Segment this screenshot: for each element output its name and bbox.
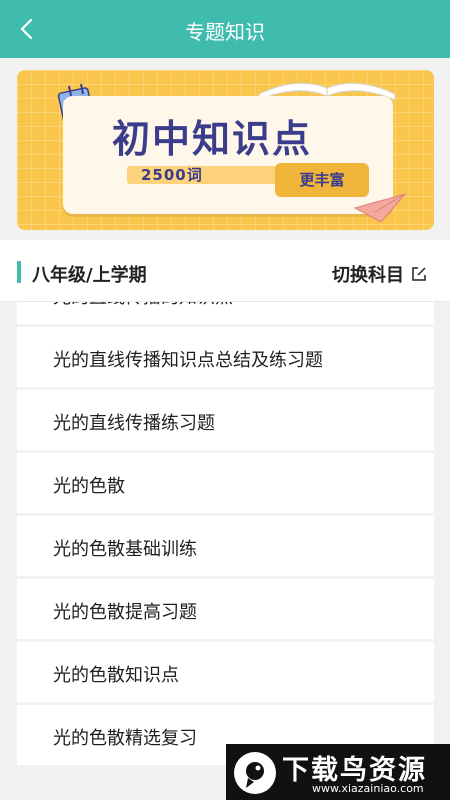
watermark: 下载鸟资源 www.xiazainiao.com	[226, 744, 450, 800]
watermark-url: www.xiazainiao.com	[312, 782, 424, 795]
list-item[interactable]: 光的直线传播的知识点	[17, 302, 434, 324]
paper-plane-icon	[353, 193, 407, 223]
list-item-label: 光的直线传播的知识点	[53, 302, 233, 309]
page-title: 专题知识	[185, 20, 265, 44]
section-header: 八年级/上学期 切换科目	[0, 240, 450, 302]
list-item[interactable]: 光的色散提高习题	[17, 579, 434, 639]
list-item-label: 光的色散精选复习	[53, 728, 197, 749]
list-item[interactable]: 光的色散	[17, 453, 434, 513]
list-item[interactable]: 光的直线传播练习题	[17, 390, 434, 450]
section-accent-bar	[17, 261, 21, 283]
list-item-label: 光的色散知识点	[53, 665, 179, 686]
switch-subject-label: 切换科目	[332, 265, 404, 286]
list-item-label: 光的色散	[53, 476, 125, 497]
grade-term-label: 八年级/上学期	[32, 265, 147, 286]
list-item[interactable]: 光的直线传播知识点总结及练习题	[17, 327, 434, 387]
banner-slide[interactable]: 初中知识点 2500词 更丰富	[17, 70, 434, 230]
banner-count: 2500词	[141, 166, 203, 184]
list-item-label: 光的色散基础训练	[53, 539, 197, 560]
banner-title: 初中知识点	[112, 117, 313, 161]
switch-subject-button[interactable]: 切换科目	[332, 261, 428, 287]
bird-logo-icon	[234, 752, 276, 794]
edit-icon	[412, 267, 426, 281]
app-header: 专题知识	[0, 0, 450, 58]
list-item[interactable]: 光的色散基础训练	[17, 516, 434, 576]
topic-list: 光的直线传播的知识点光的直线传播知识点总结及练习题光的直线传播练习题光的色散光的…	[0, 302, 450, 800]
banner-carousel: 初中知识点 2500词 更丰富	[0, 58, 450, 276]
list-item-label: 光的色散提高习题	[53, 602, 197, 623]
list-item-label: 光的直线传播知识点总结及练习题	[53, 350, 323, 371]
list-item[interactable]: 光的色散知识点	[17, 642, 434, 702]
list-item-label: 光的直线传播练习题	[53, 413, 215, 434]
